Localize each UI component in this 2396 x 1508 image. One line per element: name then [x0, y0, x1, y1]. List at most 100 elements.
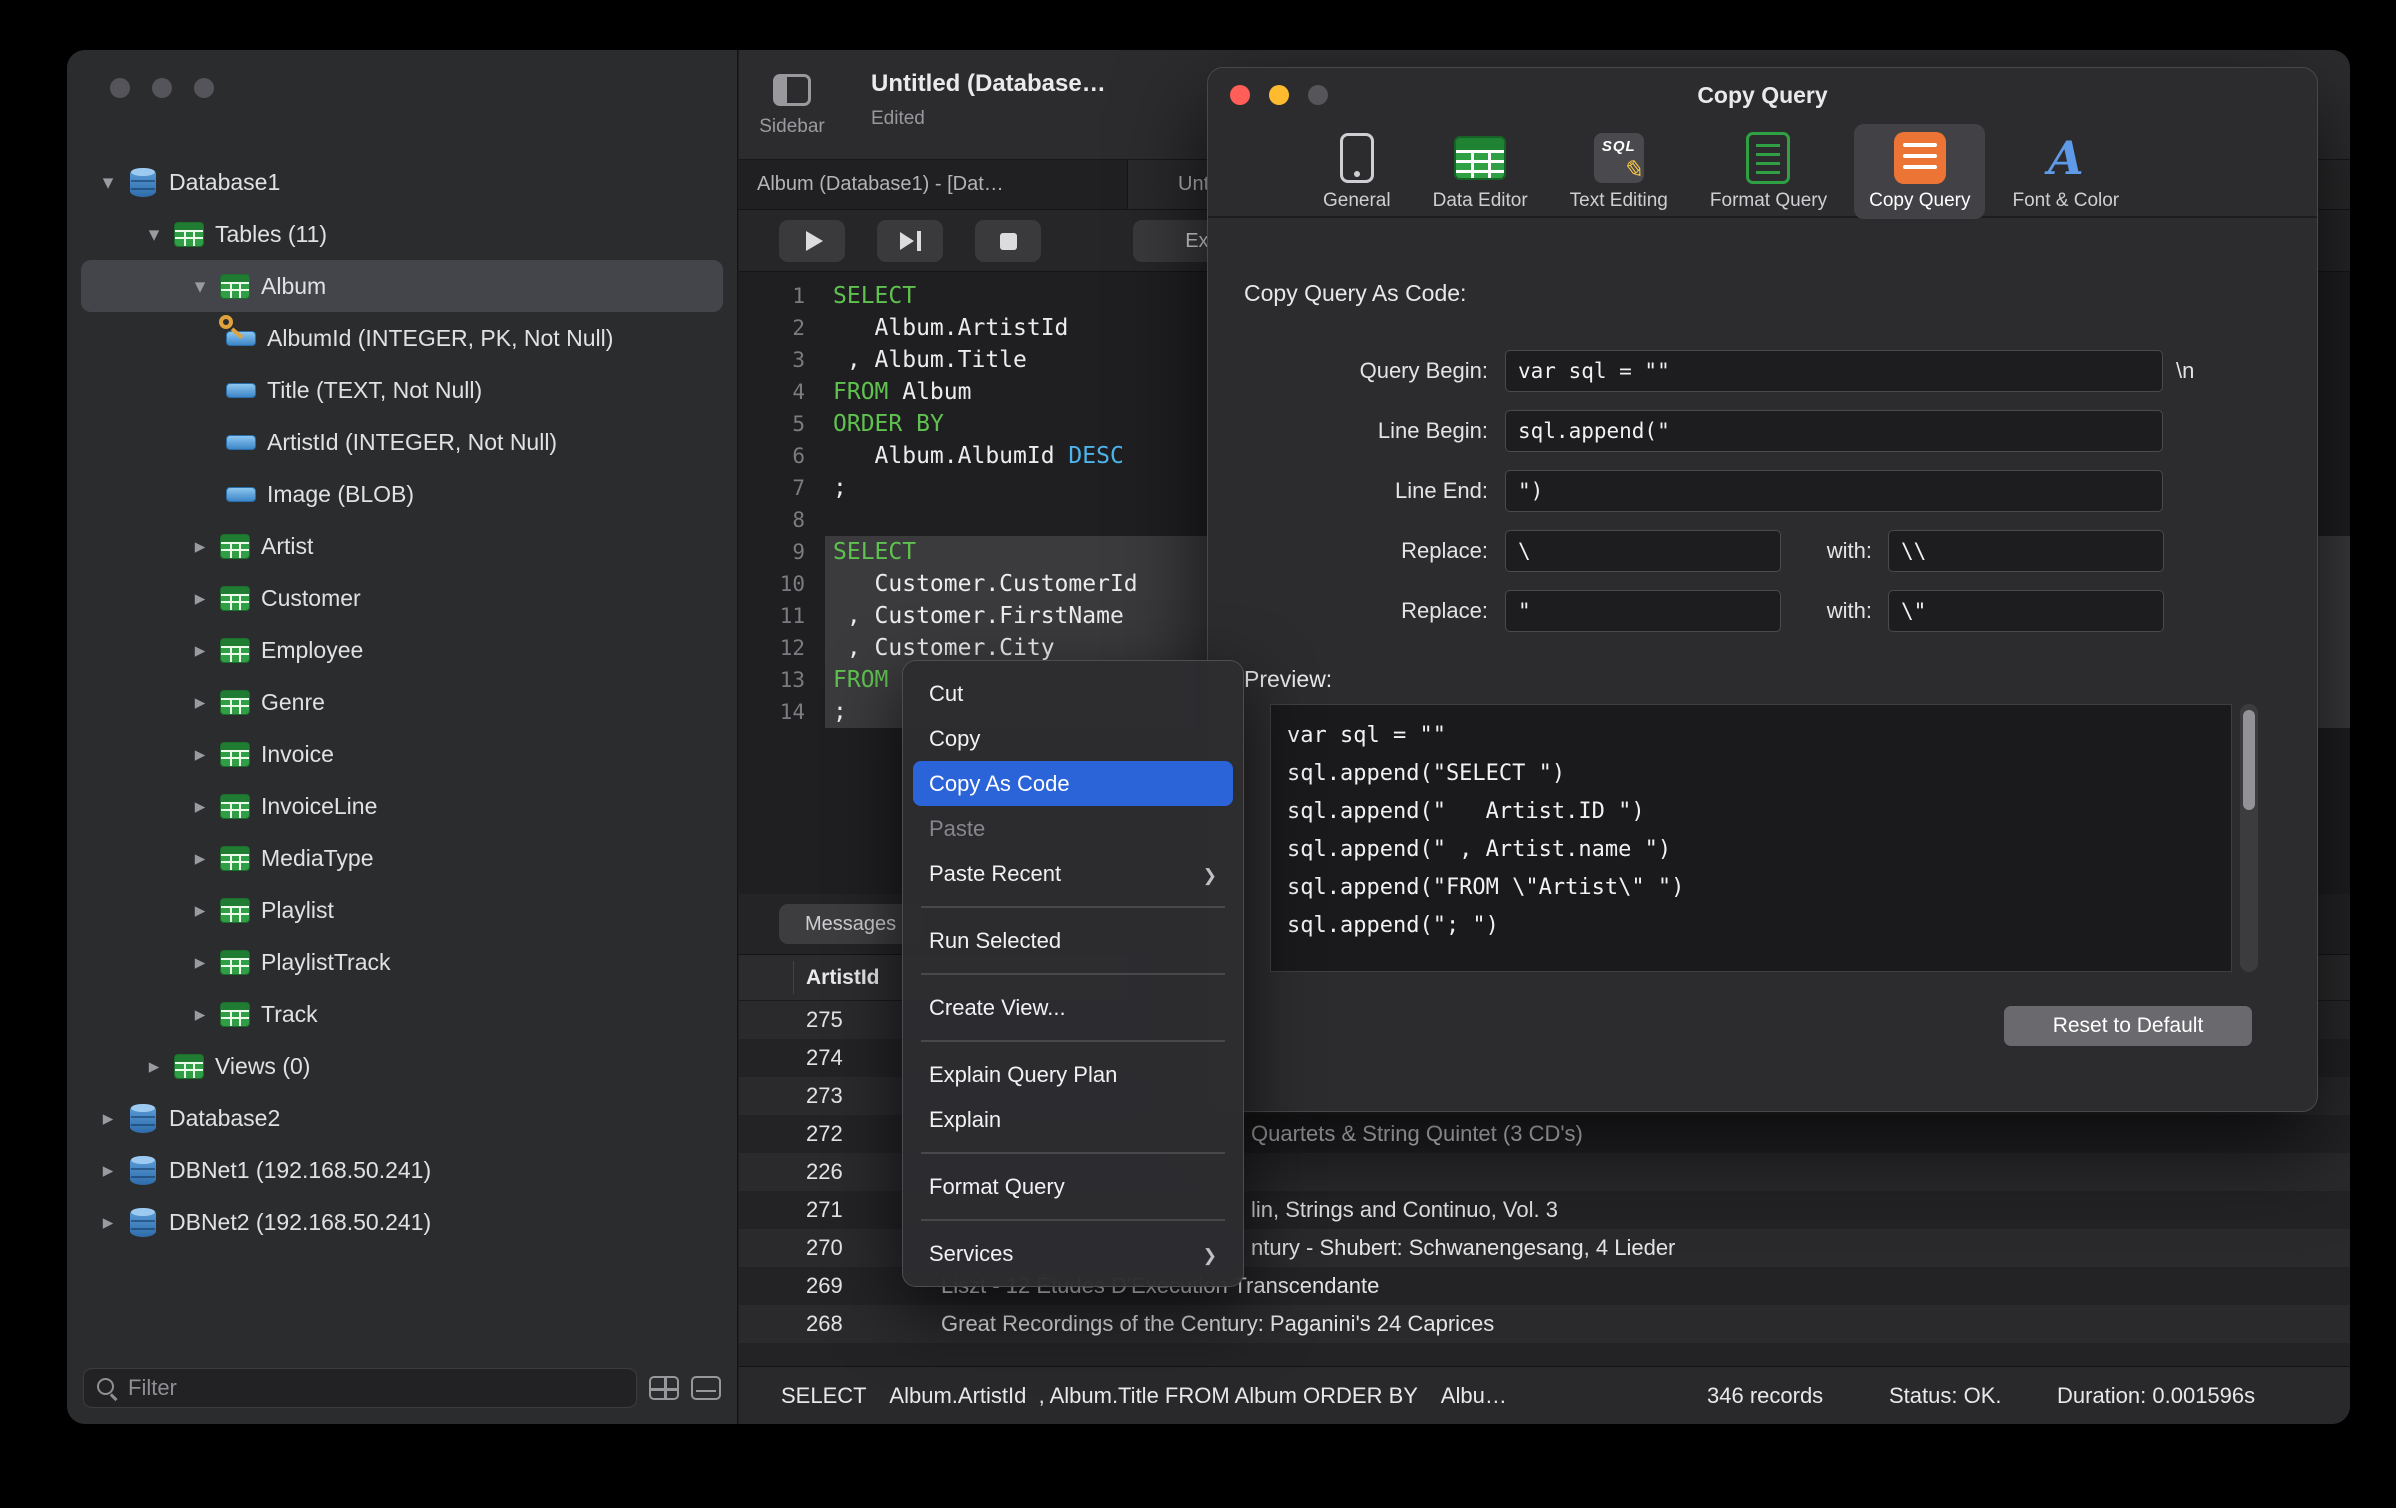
menu-item[interactable]: Cut [913, 671, 1233, 716]
disclosure-chevron-icon[interactable] [139, 1054, 169, 1079]
pref-toolbar-item[interactable]: Font & Color [1997, 124, 2134, 219]
disclosure-chevron-icon[interactable] [185, 1002, 215, 1027]
disclosure-chevron-icon[interactable] [185, 950, 215, 975]
pref-toolbar-item[interactable]: Text Editing [1555, 124, 1683, 219]
dialog-window-controls [1230, 85, 1328, 105]
preview-box: var sql = "" sql.append("SELECT ") sql.a… [1270, 704, 2232, 972]
tree-item[interactable]: Customer [81, 572, 723, 624]
cell-artistid: 271 [806, 1197, 843, 1222]
preview-scrollbar[interactable] [2240, 704, 2258, 972]
tree-item[interactable]: Tables (11) [81, 208, 723, 260]
pref-toolbar-label: Format Query [1709, 190, 1828, 211]
tree-item[interactable]: DBNet1 (192.168.50.241) [81, 1144, 723, 1196]
menu-item[interactable]: Explain Query Plan [913, 1052, 1233, 1097]
preview-code-line: sql.append(" , Artist.name ") [1287, 837, 1672, 862]
replace1-label: Replace: [1401, 538, 1488, 563]
tree-item[interactable]: Views (0) [81, 1040, 723, 1092]
pref-toolbar-item[interactable]: Format Query [1695, 124, 1842, 219]
run-button[interactable] [779, 220, 845, 262]
disclosure-chevron-icon[interactable] [185, 690, 215, 715]
tree-item[interactable]: Playlist [81, 884, 723, 936]
query-begin-field[interactable]: var sql = "" [1505, 350, 2163, 392]
tree-icon [220, 273, 250, 299]
run-step-button[interactable] [877, 220, 943, 262]
pref-toolbar-label: Data Editor [1432, 190, 1528, 211]
disclosure-chevron-icon[interactable] [93, 1106, 123, 1131]
pref-toolbar-icon [2048, 132, 2084, 184]
disclosure-chevron-icon[interactable] [185, 898, 215, 923]
tree-item[interactable]: Title (TEXT, Not Null) [81, 364, 723, 416]
sidebar-toggle-icon[interactable] [773, 74, 811, 106]
disclosure-chevron-icon[interactable] [185, 274, 215, 299]
tree-item[interactable]: Track [81, 988, 723, 1040]
tree-icon [130, 167, 156, 197]
menu-item[interactable]: Copy As Code [913, 761, 1233, 806]
line-begin-field[interactable]: sql.append(" [1505, 410, 2163, 452]
pref-toolbar-item[interactable]: Copy Query [1854, 124, 1986, 219]
pref-toolbar-item[interactable]: Data Editor [1418, 124, 1543, 219]
close-button[interactable] [1230, 85, 1250, 105]
pref-toolbar-label: Text Editing [1569, 190, 1668, 211]
replace1-field[interactable]: \ [1505, 530, 1781, 572]
scrollbar-thumb[interactable] [2243, 710, 2255, 810]
menu-item[interactable]: Copy [913, 716, 1233, 761]
disclosure-chevron-icon[interactable] [139, 222, 169, 247]
tree-icon [130, 1103, 156, 1133]
disclosure-chevron-icon[interactable] [93, 1210, 123, 1235]
disclosure-chevron-icon[interactable] [185, 794, 215, 819]
menu-item[interactable]: Explain [913, 1097, 1233, 1142]
menu-item[interactable]: Services [913, 1231, 1233, 1276]
tree-item[interactable]: InvoiceLine [81, 780, 723, 832]
menu-item[interactable]: Paste [913, 806, 1233, 851]
preferences-toolbar: General Data Editor Text Editing Format … [1208, 122, 2317, 219]
filter-input[interactable]: Filter [83, 1368, 637, 1408]
tree-item-label: Album [261, 272, 327, 299]
tree-item[interactable]: PlaylistTrack [81, 936, 723, 988]
menu-item[interactable]: Paste Recent [913, 851, 1233, 896]
disclosure-chevron-icon[interactable] [93, 170, 123, 195]
minimize-button[interactable] [152, 78, 172, 98]
menu-item[interactable]: Run Selected [913, 918, 1233, 963]
stop-button[interactable] [975, 220, 1041, 262]
disclosure-chevron-icon[interactable] [185, 586, 215, 611]
reset-to-default-button[interactable]: Reset to Default [2004, 1006, 2252, 1046]
menu-item[interactable]: Format Query [913, 1164, 1233, 1209]
tree-item[interactable]: Invoice [81, 728, 723, 780]
disclosure-chevron-icon[interactable] [93, 1158, 123, 1183]
replace1-with-field[interactable]: \\ [1888, 530, 2164, 572]
disclosure-chevron-icon[interactable] [185, 638, 215, 663]
line-end-field[interactable]: ") [1505, 470, 2163, 512]
copy-query-dialog: Copy Query General Data Editor Text Edit… [1207, 67, 2318, 1112]
tree-item[interactable]: Genre [81, 676, 723, 728]
tree-item[interactable]: Artist [81, 520, 723, 572]
pref-toolbar-item[interactable]: General [1308, 124, 1406, 219]
tree-item[interactable]: MediaType [81, 832, 723, 884]
disclosure-chevron-icon[interactable] [185, 742, 215, 767]
replace2-field[interactable]: " [1505, 590, 1781, 632]
menu-item[interactable]: Create View... [913, 985, 1233, 1030]
minimize-button[interactable] [1269, 85, 1289, 105]
column-header-artistid[interactable]: ArtistId [806, 955, 880, 1001]
row-view-icon[interactable] [691, 1376, 721, 1400]
tree-item[interactable]: Employee [81, 624, 723, 676]
table-row[interactable]: 268 Great Recordings of the Century: Pag… [739, 1305, 2350, 1343]
line-number: 14 [739, 696, 825, 728]
disclosure-chevron-icon[interactable] [185, 846, 215, 871]
tree-item[interactable]: Database1 [81, 156, 723, 208]
tree-item[interactable]: Database2 [81, 1092, 723, 1144]
tree-item[interactable]: Image (BLOB) [81, 468, 723, 520]
tree-item-label: Database2 [169, 1104, 281, 1131]
tab-album[interactable]: Album (Database1) - [Dat… [739, 160, 1128, 209]
cell-title: Great Recordings of the Century: Paganin… [941, 1311, 1495, 1336]
tree-item[interactable]: Album [81, 260, 723, 312]
primary-key-icon [219, 315, 233, 329]
messages-tab[interactable]: Messages [779, 904, 923, 944]
tree-item[interactable]: ArtistId (INTEGER, Not Null) [81, 416, 723, 468]
zoom-button[interactable] [194, 78, 214, 98]
tree-item[interactable]: AlbumId (INTEGER, PK, Not Null) [81, 312, 723, 364]
replace2-with-field[interactable]: \" [1888, 590, 2164, 632]
grid-view-icon[interactable] [649, 1376, 679, 1400]
close-button[interactable] [110, 78, 130, 98]
disclosure-chevron-icon[interactable] [185, 534, 215, 559]
tree-item[interactable]: DBNet2 (192.168.50.241) [81, 1196, 723, 1248]
